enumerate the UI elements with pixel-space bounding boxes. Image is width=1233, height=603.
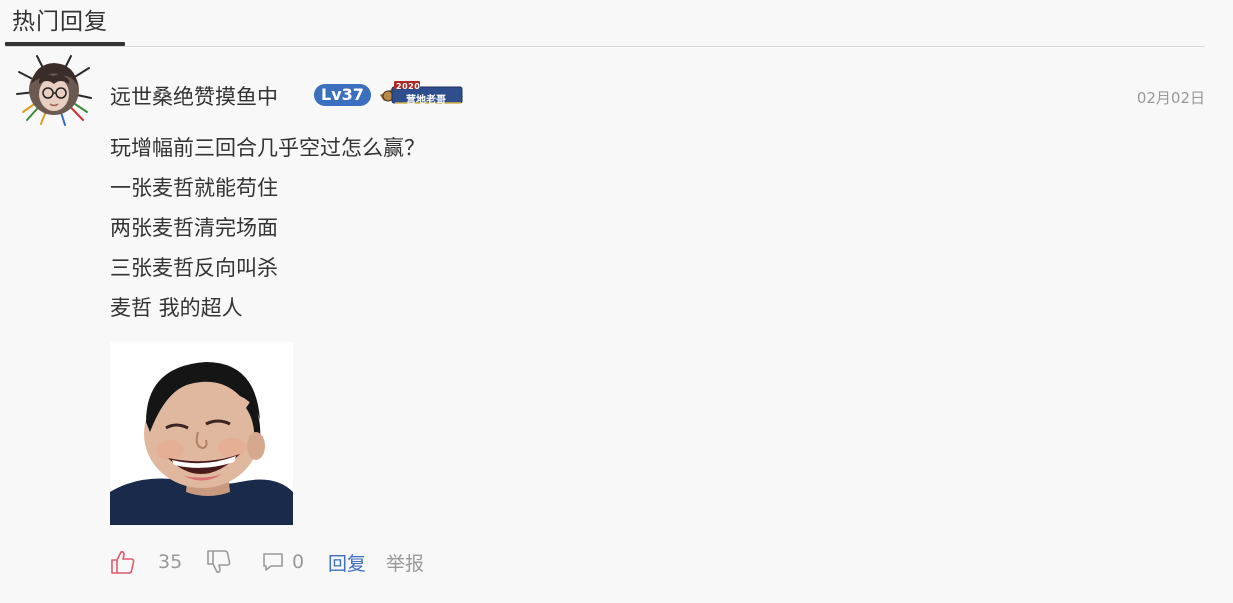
medal-text: 营地老哥 — [406, 95, 446, 106]
like-count: 35 — [158, 551, 183, 573]
action-bar: 35 0 回复 举报 — [110, 544, 710, 580]
comment-body: 玩增幅前三回合几乎空过怎么赢？ 一张麦哲就能苟住 两张麦哲清完场面 三张麦哲反向… — [110, 128, 1010, 328]
header-divider — [5, 46, 1205, 47]
comment-line: 麦哲 我的超人 — [110, 296, 243, 320]
comment-bubble-icon[interactable] — [262, 544, 284, 580]
comment-line: 玩增幅前三回合几乎空过怎么赢？ — [110, 136, 425, 160]
username[interactable]: 远世桑绝赞摸鱼中 — [110, 81, 278, 111]
reply-button[interactable]: 回复 — [328, 544, 366, 580]
comment-card: 远世桑绝赞摸鱼中 Lv37 2020 营地老哥 02月02日 玩增幅前三回合几乎… — [0, 48, 1233, 603]
sticker-image[interactable] — [110, 342, 293, 525]
section-header: 热门回复 — [0, 0, 1205, 48]
medal-year: 2020 — [396, 82, 421, 91]
comment-line: 两张麦哲清完场面 — [110, 216, 278, 240]
report-button[interactable]: 举报 — [386, 544, 424, 580]
comment-count: 0 — [292, 551, 305, 573]
comment-line: 三张麦哲反向叫杀 — [110, 256, 278, 280]
medal-badge: 2020 营地老哥 — [378, 81, 464, 107]
thumbs-down-icon[interactable] — [206, 544, 232, 580]
avatar[interactable] — [13, 54, 95, 126]
level-badge: Lv37 — [314, 84, 371, 106]
section-title: 热门回复 — [12, 9, 108, 35]
thumbs-up-icon[interactable] — [110, 544, 136, 580]
comment-line: 一张麦哲就能苟住 — [110, 176, 278, 200]
timestamp: 02月02日 — [1136, 89, 1205, 107]
